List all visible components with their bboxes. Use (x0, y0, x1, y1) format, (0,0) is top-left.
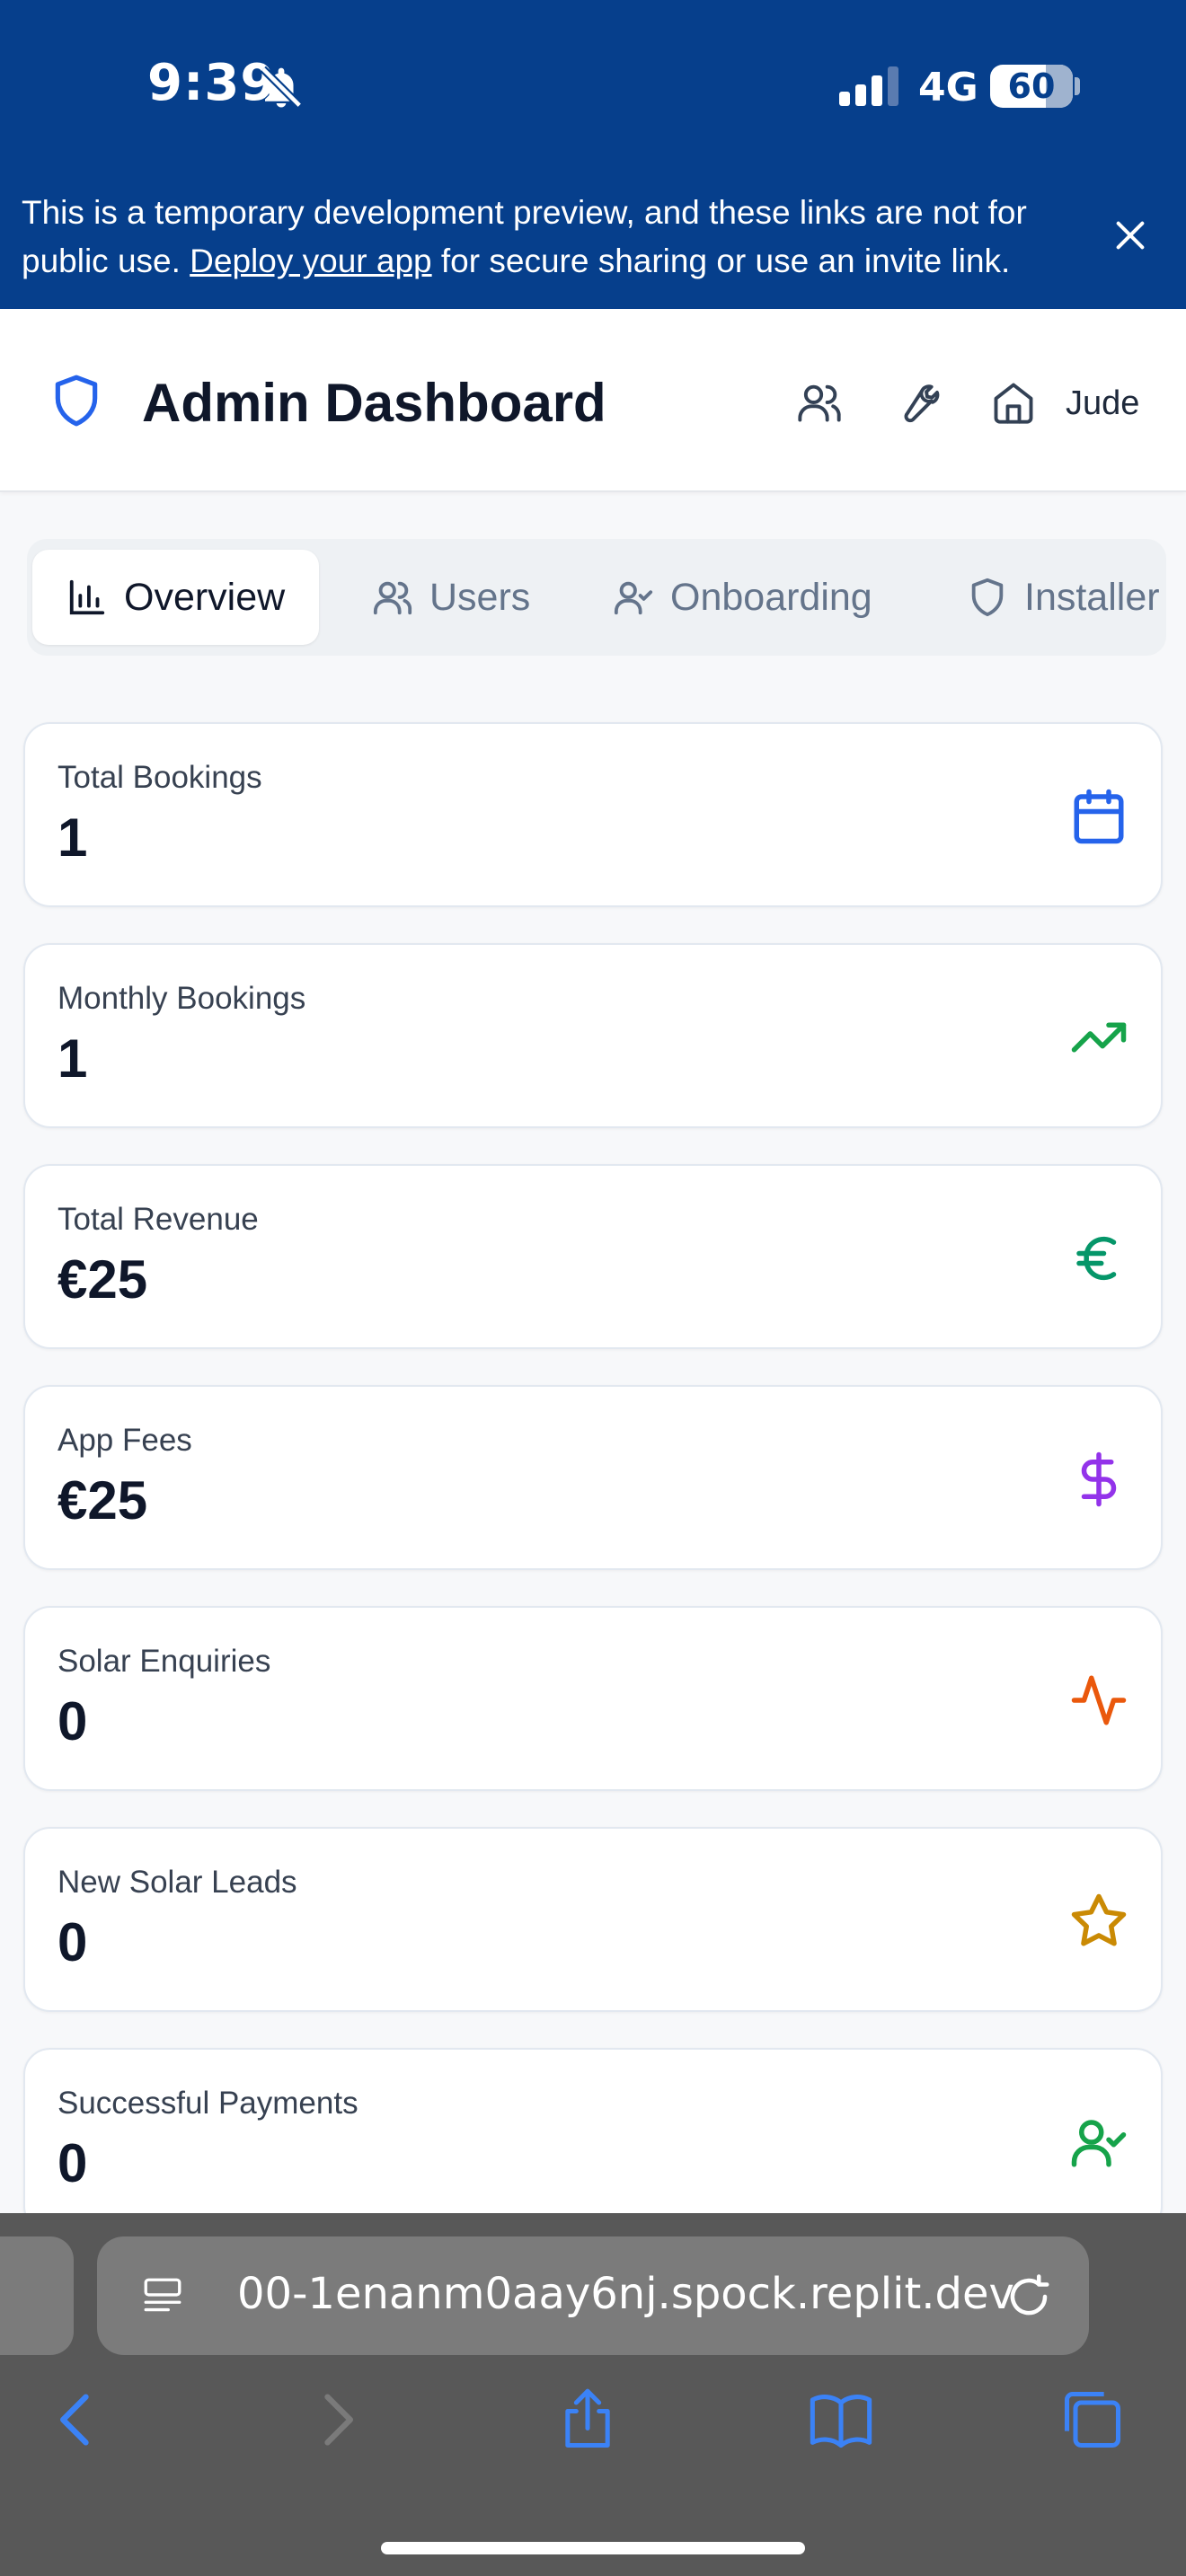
stat-card-total-revenue: Total Revenue €25 (23, 1164, 1163, 1349)
browser-toolbar: 00-1enanm0aay6nj.spock.replit.dev (0, 2213, 1186, 2576)
card-value: 0 (58, 2133, 88, 2193)
wrench-icon[interactable] (893, 379, 940, 426)
notice-text-end: for secure sharing or use an invite link… (431, 243, 1011, 279)
forward-arrow-icon (324, 2394, 353, 2446)
card-value: €25 (58, 1470, 148, 1531)
card-label: App Fees (58, 1423, 192, 1458)
previous-tab-preview[interactable] (0, 2236, 74, 2355)
stat-card-total-bookings: Total Bookings 1 (23, 722, 1163, 907)
tab-users[interactable]: Users (372, 550, 530, 645)
address-bar[interactable]: 00-1enanm0aay6nj.spock.replit.dev (97, 2236, 1089, 2355)
card-value: €25 (58, 1249, 148, 1310)
users-icon (373, 581, 412, 615)
deploy-app-link[interactable]: Deploy your app (190, 243, 431, 279)
stat-card-monthly-bookings: Monthly Bookings 1 (23, 943, 1163, 1128)
battery-level: 60 (1007, 66, 1056, 106)
tab-label: Users (429, 575, 531, 619)
star-icon (1071, 1893, 1127, 1946)
app-header: Admin Dashboard Jude (0, 309, 1186, 492)
card-value: 1 (58, 807, 88, 868)
calendar-icon (1074, 789, 1124, 844)
card-label: Successful Payments (58, 2086, 358, 2121)
page-title: Admin Dashboard (142, 373, 606, 433)
network-type: 4G (918, 65, 978, 110)
card-label: Monthly Bookings (58, 981, 306, 1016)
card-value: 1 (58, 1028, 88, 1089)
tab-overview[interactable]: Overview (32, 550, 320, 645)
dashboard-tabs: Overview Users Onboarding Installer (27, 539, 1166, 656)
card-value: 0 (58, 1912, 88, 1972)
card-label: New Solar Leads (58, 1865, 297, 1900)
card-value: 0 (58, 1691, 88, 1751)
shield-icon (971, 578, 1004, 617)
bookmarks-icon[interactable] (807, 2386, 875, 2454)
card-label: Total Revenue (58, 1202, 259, 1237)
user-check-icon (1071, 2120, 1127, 2167)
home-icon[interactable] (990, 379, 1037, 426)
home-indicator (381, 2542, 805, 2554)
user-check-icon (614, 581, 653, 615)
signal-icon (839, 66, 898, 106)
stat-card-new-solar-leads: New Solar Leads 0 (23, 1827, 1163, 2012)
reload-icon[interactable] (1005, 2272, 1053, 2321)
tab-installer[interactable]: Installer (967, 550, 1160, 645)
card-label: Total Bookings (58, 760, 262, 795)
reader-icon[interactable] (140, 2272, 185, 2321)
tabs-icon[interactable] (1058, 2386, 1127, 2454)
close-icon[interactable] (1112, 217, 1148, 253)
top-banner-area: 9:39 4G 60 This is a temporary developme… (0, 0, 1186, 309)
tab-onboarding[interactable]: Onboarding (613, 550, 872, 645)
back-arrow-icon[interactable] (43, 2386, 111, 2454)
share-icon[interactable] (553, 2386, 622, 2454)
activity-icon (1071, 1675, 1127, 1725)
stat-card-solar-enquiries: Solar Enquiries 0 (23, 1606, 1163, 1791)
tab-label: Overview (124, 575, 286, 619)
stat-card-successful-payments: Successful Payments 0 (23, 2048, 1163, 2233)
card-label: Solar Enquiries (58, 1644, 271, 1679)
tab-label: Onboarding (670, 575, 872, 619)
user-name[interactable]: Jude (1066, 384, 1139, 423)
dev-preview-notice: This is a temporary development preview,… (22, 189, 1082, 286)
battery-icon: 60 (990, 65, 1073, 108)
trending-up-icon (1071, 1022, 1127, 1053)
bar-chart-icon (69, 579, 105, 615)
shield-logo-icon (55, 375, 98, 427)
dollar-icon (1081, 1451, 1117, 1507)
users-icon[interactable] (796, 379, 843, 426)
euro-icon (1076, 1236, 1117, 1281)
url-text: 00-1enanm0aay6nj.spock.replit.dev (237, 2269, 1014, 2319)
stat-card-app-fees: App Fees €25 (23, 1385, 1163, 1570)
bell-off-icon (260, 66, 303, 109)
tab-label: Installer (1024, 575, 1160, 619)
